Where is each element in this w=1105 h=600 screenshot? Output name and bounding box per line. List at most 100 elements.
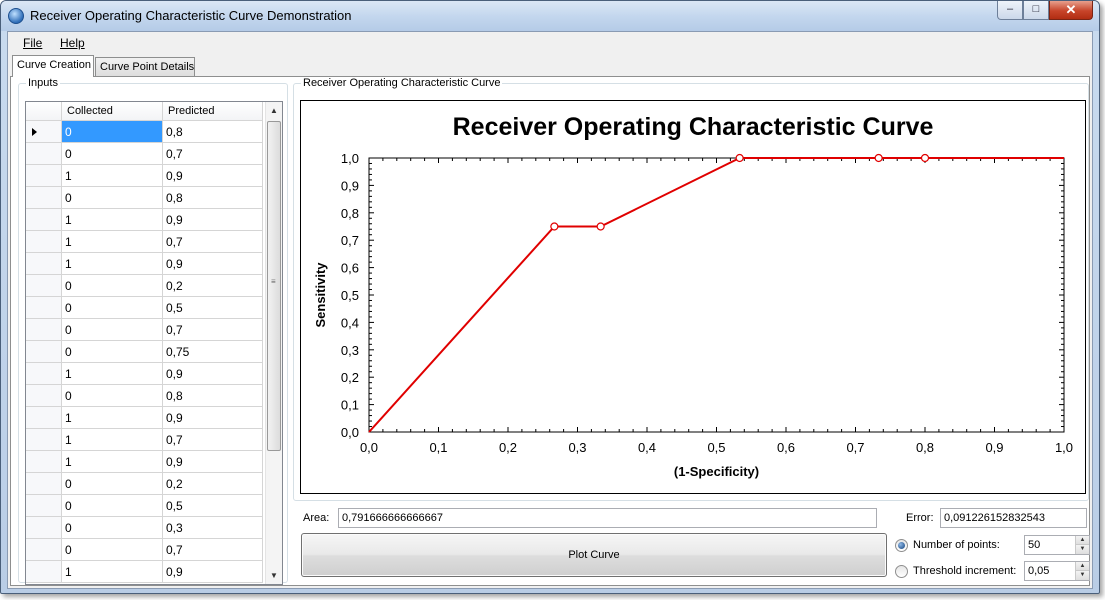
cell-predicted[interactable]: 0,2 <box>163 275 263 297</box>
cell-collected[interactable]: 0 <box>62 539 163 561</box>
cell-predicted[interactable]: 0,7 <box>163 429 263 451</box>
cell-predicted[interactable]: 0,8 <box>163 385 263 407</box>
row-header[interactable] <box>26 539 62 561</box>
row-header[interactable] <box>26 451 62 473</box>
scroll-down-icon[interactable]: ▼ <box>266 567 282 584</box>
cell-collected[interactable]: 1 <box>62 165 163 187</box>
inputs-grid[interactable]: Collected Predicted 0 0,8 0 0,7 1 0,9 0 0,8 1 0,9… <box>25 101 283 585</box>
cell-predicted[interactable]: 0,9 <box>163 253 263 275</box>
cell-predicted[interactable]: 0,9 <box>163 363 263 385</box>
row-header[interactable] <box>26 495 62 517</box>
table-row[interactable]: 1 0,9 <box>26 209 266 231</box>
cell-collected[interactable]: 1 <box>62 231 163 253</box>
menu-file[interactable]: File <box>23 36 42 50</box>
cell-collected[interactable]: 0 <box>62 495 163 517</box>
column-header-predicted[interactable]: Predicted <box>163 102 263 121</box>
menu-help[interactable]: Help <box>60 36 85 50</box>
row-header[interactable] <box>26 319 62 341</box>
row-header[interactable] <box>26 341 62 363</box>
threshold-increment-radio[interactable] <box>895 565 908 578</box>
tab-curve-creation[interactable]: Curve Creation <box>12 55 94 77</box>
cell-collected[interactable]: 0 <box>62 121 163 143</box>
row-header[interactable] <box>26 385 62 407</box>
row-header[interactable] <box>26 561 62 583</box>
table-row[interactable]: 0 0,8 <box>26 121 266 143</box>
scroll-up-icon[interactable]: ▲ <box>266 102 282 119</box>
spin-up-icon[interactable]: ▲ <box>1075 562 1089 571</box>
plot-curve-button[interactable]: Plot Curve <box>301 533 887 577</box>
error-field[interactable]: 0,091226152832543 <box>940 508 1087 528</box>
cell-collected[interactable]: 1 <box>62 363 163 385</box>
cell-collected[interactable]: 1 <box>62 253 163 275</box>
row-header[interactable] <box>26 121 62 143</box>
close-button[interactable]: ✕ <box>1049 1 1093 20</box>
table-row[interactable]: 1 0,7 <box>26 429 266 451</box>
cell-predicted[interactable]: 0,9 <box>163 165 263 187</box>
row-header[interactable] <box>26 165 62 187</box>
cell-predicted[interactable]: 0,75 <box>163 341 263 363</box>
cell-collected[interactable]: 1 <box>62 561 163 583</box>
cell-predicted[interactable]: 0,2 <box>163 473 263 495</box>
row-header[interactable] <box>26 407 62 429</box>
minimize-button[interactable]: – <box>997 1 1023 20</box>
table-row[interactable]: 0 0,2 <box>26 275 266 297</box>
row-header[interactable] <box>26 275 62 297</box>
cell-predicted[interactable]: 0,9 <box>163 209 263 231</box>
threshold-increment-stepper[interactable]: 0,05 ▲ ▼ <box>1024 561 1090 581</box>
table-row[interactable]: 1 0,9 <box>26 165 266 187</box>
row-header[interactable] <box>26 363 62 385</box>
table-row[interactable]: 0 0,3 <box>26 517 266 539</box>
table-row[interactable]: 1 0,9 <box>26 363 266 385</box>
cell-predicted[interactable]: 0,9 <box>163 561 263 583</box>
scroll-thumb[interactable]: ≡ <box>267 121 281 451</box>
cell-collected[interactable]: 1 <box>62 451 163 473</box>
spin-up-icon[interactable]: ▲ <box>1075 536 1089 545</box>
table-row[interactable]: 0 0,8 <box>26 385 266 407</box>
table-row[interactable]: 0 0,2 <box>26 473 266 495</box>
spin-down-icon[interactable]: ▼ <box>1075 545 1089 554</box>
cell-collected[interactable]: 0 <box>62 187 163 209</box>
cell-predicted[interactable]: 0,9 <box>163 451 263 473</box>
cell-predicted[interactable]: 0,7 <box>163 319 263 341</box>
cell-collected[interactable]: 0 <box>62 341 163 363</box>
cell-predicted[interactable]: 0,5 <box>163 495 263 517</box>
row-header[interactable] <box>26 429 62 451</box>
cell-collected[interactable]: 0 <box>62 143 163 165</box>
area-field[interactable]: 0,791666666666667 <box>338 508 877 528</box>
cell-collected[interactable]: 1 <box>62 429 163 451</box>
cell-collected[interactable]: 1 <box>62 209 163 231</box>
table-row[interactable]: 0 0,5 <box>26 495 266 517</box>
cell-predicted[interactable]: 0,9 <box>163 407 263 429</box>
number-of-points-radio[interactable] <box>895 539 908 552</box>
table-row[interactable]: 0 0,7 <box>26 319 266 341</box>
cell-predicted[interactable]: 0,3 <box>163 517 263 539</box>
cell-collected[interactable]: 1 <box>62 407 163 429</box>
table-row[interactable]: 0 0,8 <box>26 187 266 209</box>
cell-predicted[interactable]: 0,7 <box>163 231 263 253</box>
table-row[interactable]: 1 0,9 <box>26 561 266 583</box>
spin-down-icon[interactable]: ▼ <box>1075 571 1089 580</box>
table-row[interactable]: 1 0,7 <box>26 231 266 253</box>
row-header[interactable] <box>26 187 62 209</box>
table-row[interactable]: 0 0,7 <box>26 539 266 561</box>
row-header[interactable] <box>26 473 62 495</box>
tab-curve-point-details[interactable]: Curve Point Details <box>95 57 195 77</box>
row-header[interactable] <box>26 517 62 539</box>
table-row[interactable]: 1 0,9 <box>26 407 266 429</box>
row-header[interactable] <box>26 297 62 319</box>
column-header-collected[interactable]: Collected <box>62 102 163 121</box>
title-bar[interactable]: Receiver Operating Characteristic Curve … <box>1 1 1099 31</box>
table-row[interactable]: 0 0,7 <box>26 143 266 165</box>
row-header[interactable] <box>26 143 62 165</box>
number-of-points-stepper[interactable]: 50 ▲ ▼ <box>1024 535 1090 555</box>
cell-collected[interactable]: 0 <box>62 385 163 407</box>
row-header[interactable] <box>26 231 62 253</box>
cell-predicted[interactable]: 0,7 <box>163 539 263 561</box>
cell-collected[interactable]: 0 <box>62 473 163 495</box>
cell-predicted[interactable]: 0,7 <box>163 143 263 165</box>
table-row[interactable]: 1 0,9 <box>26 451 266 473</box>
row-header[interactable] <box>26 253 62 275</box>
table-row[interactable]: 1 0,9 <box>26 253 266 275</box>
table-row[interactable]: 0 0,75 <box>26 341 266 363</box>
row-header[interactable] <box>26 209 62 231</box>
